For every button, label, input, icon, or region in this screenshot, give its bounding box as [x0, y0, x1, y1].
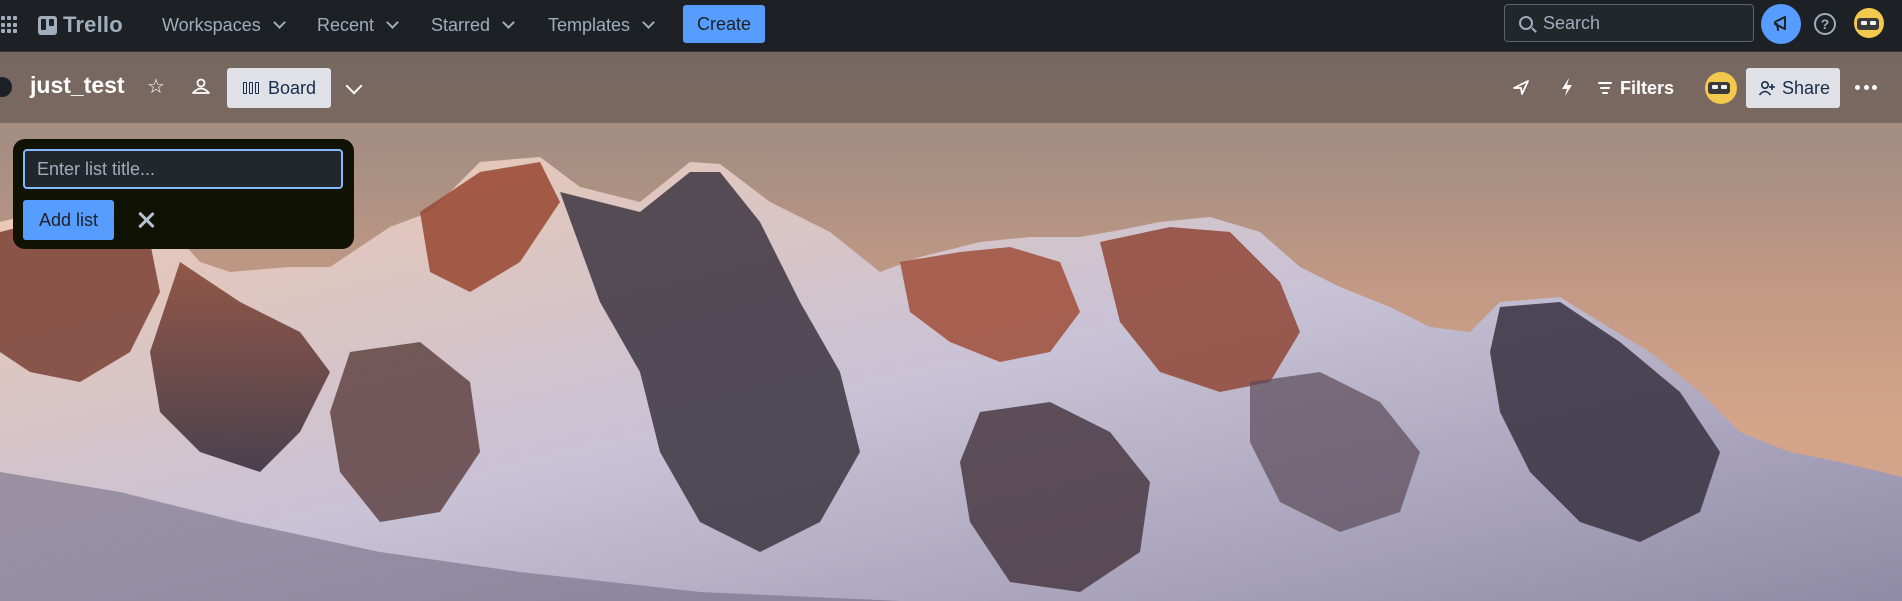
avatar-eye	[1870, 21, 1876, 25]
user-avatar[interactable]	[1854, 8, 1884, 38]
recent-menu-label: Recent	[317, 14, 375, 35]
avatar-eye	[1712, 85, 1718, 89]
view-switcher-chevron-icon[interactable]	[345, 77, 363, 95]
starred-menu-label: Starred	[431, 14, 491, 35]
star-icon[interactable]: ☆	[145, 76, 167, 98]
starred-menu[interactable]: Starred	[421, 9, 523, 41]
board-view-label: Board	[268, 77, 317, 98]
megaphone-icon	[1774, 16, 1786, 31]
filters-label: Filters	[1620, 77, 1675, 98]
share-button[interactable]: Share	[1746, 68, 1840, 108]
chevron-down-icon	[502, 16, 515, 29]
sidebar-toggle-button[interactable]	[0, 77, 12, 97]
chevron-down-icon	[272, 16, 286, 29]
board-view-icon	[243, 82, 260, 94]
automation-icon[interactable]	[1556, 76, 1578, 98]
more-icon[interactable]	[1855, 85, 1877, 91]
power-ups-icon[interactable]	[1510, 76, 1532, 98]
filters-button[interactable]: Filters	[1598, 76, 1674, 100]
add-person-icon	[1758, 80, 1775, 96]
add-list-button[interactable]: Add list	[23, 200, 114, 240]
trello-mark-icon	[38, 15, 57, 35]
create-button[interactable]: Create	[683, 5, 765, 43]
recent-menu[interactable]: Recent	[307, 9, 407, 41]
board-header: just_test ☆ Board Filters Share	[0, 52, 1902, 123]
apps-grid-icon[interactable]	[1, 16, 19, 34]
logo-text: Trello	[63, 12, 123, 37]
templates-menu[interactable]: Templates	[538, 9, 663, 41]
notifications-button[interactable]	[1761, 4, 1801, 44]
templates-menu-label: Templates	[548, 14, 631, 35]
add-list-composer: Add list	[13, 139, 354, 249]
board-canvas: just_test ☆ Board Filters Share Enter li…	[0, 52, 1902, 601]
help-icon[interactable]: ?	[1814, 13, 1836, 35]
trello-logo[interactable]: Trello	[38, 12, 123, 38]
board-member-avatar[interactable]	[1705, 72, 1737, 104]
chevron-down-icon	[386, 16, 399, 29]
avatar-eye	[1861, 21, 1867, 25]
board-view-button[interactable]: Board	[227, 68, 331, 108]
chevron-down-icon	[642, 16, 655, 29]
filter-icon	[1598, 82, 1612, 94]
visibility-icon[interactable]	[190, 76, 212, 98]
workspaces-menu-label: Workspaces	[162, 14, 261, 35]
list-title-input[interactable]	[23, 149, 343, 189]
close-icon[interactable]	[134, 208, 158, 232]
workspaces-menu[interactable]: Workspaces	[152, 9, 294, 41]
search-box[interactable]	[1504, 4, 1754, 42]
share-label: Share	[1782, 77, 1831, 98]
search-input[interactable]	[1543, 11, 1743, 35]
board-background-image	[0, 157, 1902, 601]
top-navigation-bar: Trello Workspaces Recent Starred Templat…	[0, 0, 1902, 52]
avatar-eye	[1721, 85, 1727, 89]
search-icon	[1519, 16, 1533, 30]
board-title[interactable]: just_test	[30, 72, 125, 99]
